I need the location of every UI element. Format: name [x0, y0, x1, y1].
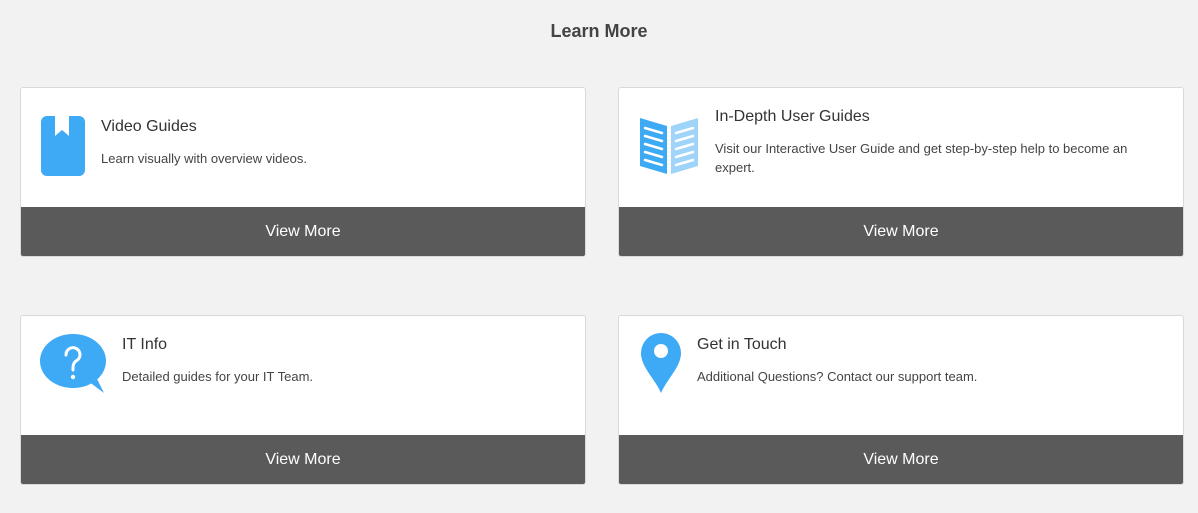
card-description: Detailed guides for your IT Team. [122, 369, 314, 384]
view-more-button[interactable]: View More [21, 435, 585, 484]
page-title: Learn More [550, 21, 648, 41]
view-more-button[interactable]: View More [619, 207, 1183, 256]
card-description: Learn visually with overview videos. [101, 151, 307, 166]
card-body: IT Info Detailed guides for your IT Team… [21, 316, 585, 436]
bookmark-book-icon [41, 116, 85, 181]
card-title: In-Depth User Guides [715, 108, 870, 125]
card-body: Video Guides Learn visually with overvie… [21, 88, 585, 208]
card-title: IT Info [122, 336, 168, 353]
view-more-button[interactable]: View More [619, 435, 1183, 484]
card-body: In-Depth User Guides Visit our Interacti… [619, 88, 1183, 208]
card-get-in-touch: Get in Touch Additional Questions? Conta… [618, 315, 1184, 485]
card-text: In-Depth User Guides Visit our Interacti… [715, 107, 1163, 177]
learn-more-page: Learn More Video Guides Learn visually w… [0, 0, 1198, 513]
card-title: Get in Touch [697, 336, 787, 353]
location-pin-icon [641, 333, 681, 398]
card-title: Video Guides [101, 118, 197, 135]
card-body: Get in Touch Additional Questions? Conta… [619, 316, 1183, 436]
card-video-guides: Video Guides Learn visually with overvie… [20, 87, 586, 257]
card-description: Visit our Interactive User Guide and get… [715, 141, 1128, 175]
question-bubble-icon [40, 333, 108, 400]
view-more-button[interactable]: View More [21, 207, 585, 256]
open-book-icon [638, 114, 700, 181]
card-text: Get in Touch Additional Questions? Conta… [697, 335, 1163, 386]
card-text: IT Info Detailed guides for your IT Team… [122, 335, 565, 386]
card-description: Additional Questions? Contact our suppor… [697, 369, 978, 384]
card-it-info: IT Info Detailed guides for your IT Team… [20, 315, 586, 485]
card-in-depth-user-guides: In-Depth User Guides Visit our Interacti… [618, 87, 1184, 257]
card-text: Video Guides Learn visually with overvie… [101, 117, 565, 168]
